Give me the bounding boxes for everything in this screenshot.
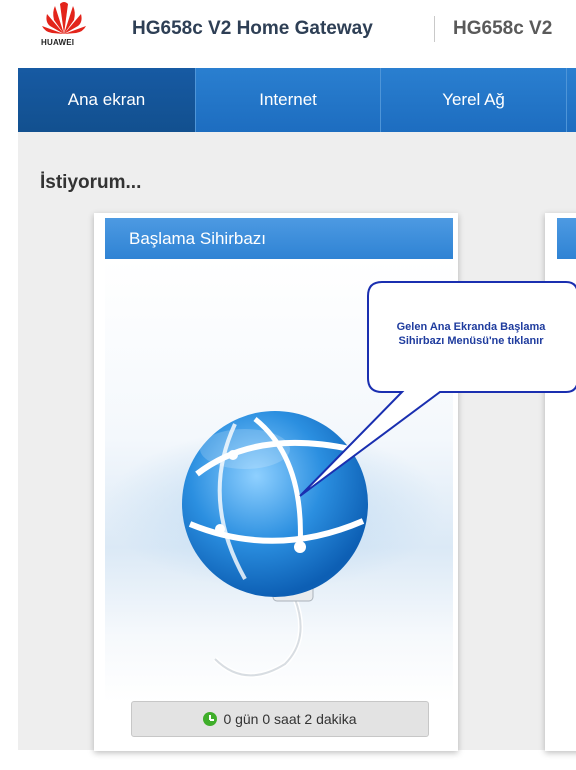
callout-line-1: Gelen Ana Ekranda Başlama	[396, 321, 546, 333]
nav-tab-home[interactable]: Ana ekran	[18, 68, 197, 132]
nav-tab-local-network[interactable]: Yerel Ağ	[381, 68, 568, 132]
uptime-display: 0 gün 0 saat 2 dakika	[131, 701, 429, 737]
clock-icon	[203, 712, 218, 726]
main-nav: Ana ekran Internet Yerel Ağ	[18, 68, 576, 132]
uptime-text: 0 gün 0 saat 2 dakika	[223, 711, 357, 727]
nav-tab-internet[interactable]: Internet	[196, 68, 382, 132]
header: HUAWEI HG658c V2 Home Gateway HG658c V2	[0, 0, 576, 68]
next-card[interactable]	[545, 213, 576, 751]
page-title: HG658c V2 Home Gateway	[132, 18, 373, 39]
nav-tab-overflow[interactable]	[567, 68, 576, 132]
page-title-secondary: HG658c V2	[453, 18, 553, 39]
next-card-header[interactable]	[557, 218, 576, 259]
wizard-card-title[interactable]: Başlama Sihirbazı	[105, 218, 453, 259]
section-title: İstiyorum...	[40, 172, 142, 193]
logo-text: HUAWEI	[41, 38, 75, 47]
callout-line-2: Sihirbazı Menüsü'ne tıklanır	[398, 335, 544, 347]
callout-text: Gelen Ana Ekranda Başlama Sihirbazı Menü…	[364, 320, 576, 348]
title-divider	[434, 16, 435, 42]
